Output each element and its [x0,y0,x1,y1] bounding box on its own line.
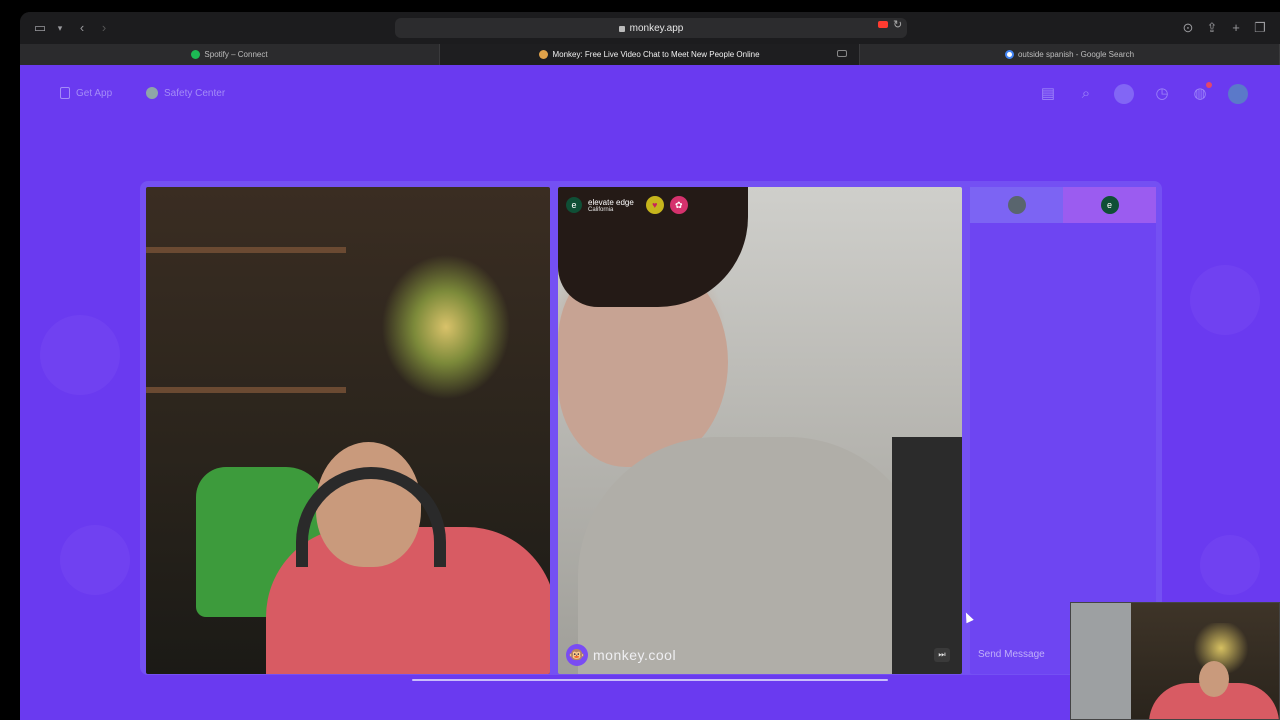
top-right-icons: ▤ ⌕ ◷ ◍ [1038,82,1248,106]
google-favicon-icon [1004,50,1014,59]
address-text: monkey.app [629,22,684,34]
tab-label: outside spanish - Google Search [1017,50,1135,59]
camera-recording-icon[interactable] [878,21,888,28]
remote-person-hoodie [578,437,928,674]
chat-self-tab[interactable] [970,187,1063,223]
monkey-watermark: 🐵 monkey.cool [566,644,676,666]
safety-center-button[interactable]: Safety Center [146,82,225,104]
notification-dot [1206,82,1212,88]
chat-panel: e Send Message [970,187,1156,674]
safety-center-label: Safety Center [164,87,226,99]
download-icon[interactable]: ⊙ [1180,20,1196,36]
search-icon[interactable]: ⌕ [1076,84,1096,104]
get-app-label: Get App [76,87,113,99]
get-app-button[interactable]: Get App [60,82,112,104]
webcam-overlay [1070,602,1280,720]
heart-badge-icon[interactable]: ♥ [645,196,664,214]
door [1071,603,1131,719]
shield-icon [146,87,158,99]
shelf [146,387,346,393]
background-bubble [1200,535,1260,595]
forward-icon[interactable]: › [96,20,112,36]
horizontal-scrollbar[interactable] [412,679,888,681]
watermark-text: monkey.cool [593,647,677,663]
new-tab-icon[interactable]: + [1228,20,1244,36]
overlay-person-head [1199,661,1229,697]
tab-bar: Spotify – Connect Monkey: Free Live Vide… [20,44,1280,65]
camera-in-use-icon [837,50,847,57]
background-object [892,437,962,674]
spotify-favicon-icon [191,50,201,59]
peer-avatar: e [566,197,582,213]
monkey-favicon-icon [539,50,549,59]
sidebar-toggle-icon[interactable]: ▭ [32,20,48,36]
messages-icon[interactable]: ◍ [1190,82,1212,104]
reload-icon[interactable]: ↻ [893,18,902,31]
screen: ▭ ▾ ‹ › monkey.app ↻ ⊙ ⇪ + ❐ Spotify – C… [0,0,1280,720]
tab-spotify[interactable]: Spotify – Connect [20,44,440,65]
back-icon[interactable]: ‹ [74,20,90,36]
background-bubble [40,315,120,395]
peer-name: elevate edge [588,197,634,207]
peer-info[interactable]: e elevate edge California ♥ ✿ [566,193,688,217]
send-message-input[interactable]: Send Message [978,649,1045,660]
phone-icon [60,87,70,99]
shelf [146,247,346,253]
chat-peer-avatar: e [1100,196,1119,214]
remote-video: e elevate edge California ♥ ✿ 🐵 monkey.c… [558,187,962,674]
monkey-logo-icon: 🐵 [566,644,588,666]
chevron-down-icon[interactable]: ▾ [52,20,68,36]
skip-next-button[interactable]: ⏭ [934,648,950,662]
tab-overview-icon[interactable]: ❐ [1252,20,1268,36]
tab-label: Spotify – Connect [204,50,268,59]
video-chat-stage: e elevate edge California ♥ ✿ 🐵 monkey.c… [140,181,1162,675]
address-bar[interactable]: monkey.app [395,18,907,38]
shop-icon[interactable]: ▤ [1038,84,1058,104]
tab-google-search[interactable]: outside spanish - Google Search [860,44,1280,65]
peer-text: elevate edge California [588,198,634,213]
browser-toolbar: ▭ ▾ ‹ › monkey.app ↻ ⊙ ⇪ + ❐ [20,12,1280,44]
history-icon[interactable]: ◷ [1152,84,1172,104]
lock-icon [618,26,625,32]
chat-header: e [970,187,1156,223]
share-icon[interactable]: ⇪ [1204,20,1220,36]
peer-location: California [588,206,614,213]
local-video [146,187,550,674]
coins-icon[interactable] [1114,84,1134,104]
profile-avatar[interactable] [1228,84,1248,104]
chat-peer-tab[interactable]: e [1063,187,1156,223]
self-avatar [1007,196,1026,214]
tab-monkey[interactable]: Monkey: Free Live Video Chat to Meet New… [440,44,860,65]
background-bubble [1190,265,1260,335]
background-bubble [60,525,130,595]
gift-badge-icon[interactable]: ✿ [669,196,688,214]
tab-label: Monkey: Free Live Video Chat to Meet New… [552,50,760,59]
